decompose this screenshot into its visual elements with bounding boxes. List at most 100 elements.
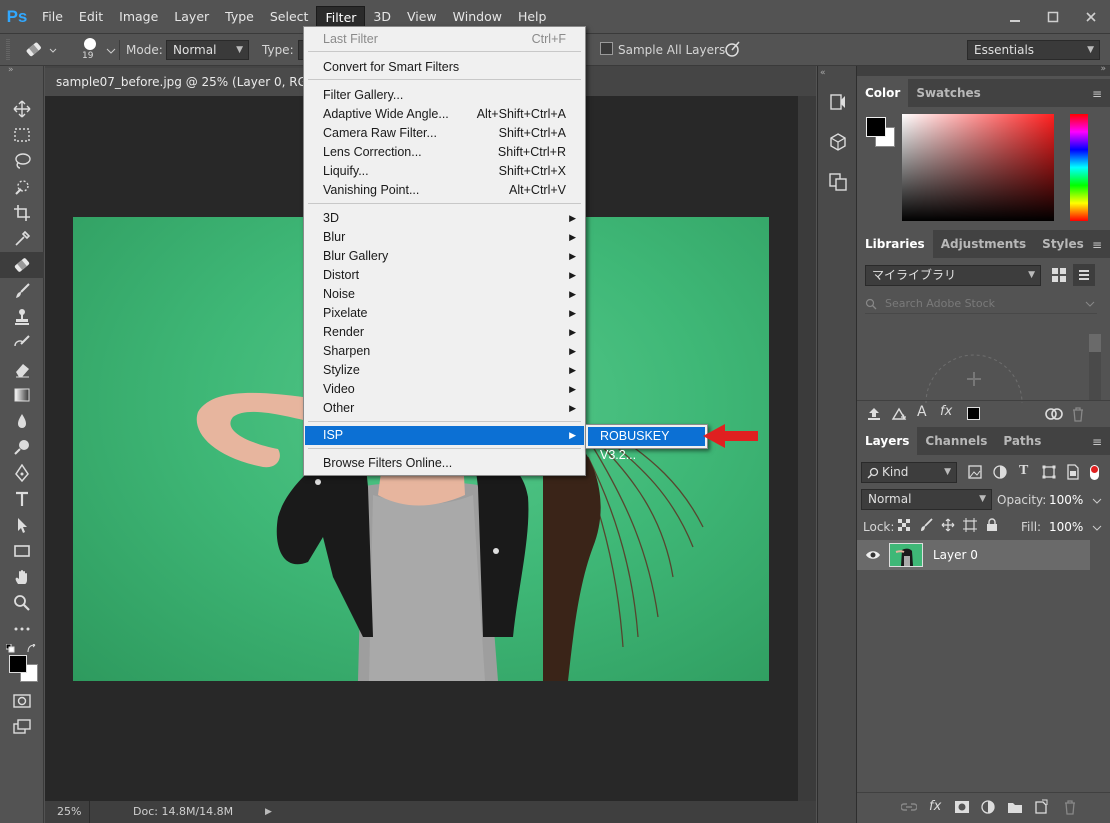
add-layer-style-icon[interactable]: fx xyxy=(929,799,941,814)
filter-shape-layers-icon[interactable] xyxy=(1042,465,1056,479)
mode-dropdown[interactable]: Normal ▼ xyxy=(166,40,249,60)
list-view-icon[interactable] xyxy=(1073,264,1095,286)
path-selection-tool-icon[interactable] xyxy=(0,512,44,538)
color-panel-foreground-swatch[interactable] xyxy=(866,117,886,137)
menu-3d[interactable]: 3D xyxy=(365,6,399,28)
collapse-panels-icon[interactable]: » xyxy=(1100,64,1106,74)
new-group-icon[interactable] xyxy=(1007,800,1023,814)
marquee-tool-icon[interactable] xyxy=(0,122,44,148)
menu-item-robuskey[interactable]: ROBUSKEY V3.2... xyxy=(588,427,705,462)
layer-filter-toggle[interactable] xyxy=(1090,465,1099,480)
brush-tool-icon[interactable] xyxy=(0,278,44,304)
tab-libraries[interactable]: Libraries xyxy=(857,230,933,258)
more-tools-icon[interactable] xyxy=(0,616,44,642)
blur-tool-icon[interactable] xyxy=(0,408,44,434)
menu-window[interactable]: Window xyxy=(445,6,510,28)
menu-item-browse-filters-online[interactable]: Browse Filters Online... xyxy=(305,454,584,473)
layer-row[interactable]: Layer 0 xyxy=(857,540,1090,570)
menu-item-lens-correction[interactable]: Lens Correction... Shift+Ctrl+R xyxy=(305,143,584,162)
tab-layers[interactable]: Layers xyxy=(857,427,918,455)
menu-item-stylize[interactable]: Stylize ▶ xyxy=(305,361,584,380)
screen-mode-icon[interactable] xyxy=(0,714,44,740)
eyedropper-tool-icon[interactable] xyxy=(0,226,44,252)
tool-preset-picker[interactable] xyxy=(20,38,60,62)
add-library-icon[interactable] xyxy=(925,333,1023,403)
quick-selection-tool-icon[interactable] xyxy=(0,174,44,200)
sample-all-layers-checkbox[interactable] xyxy=(600,42,613,55)
menu-image[interactable]: Image xyxy=(111,6,166,28)
link-layers-icon[interactable] xyxy=(901,801,917,813)
tab-swatches[interactable]: Swatches xyxy=(908,79,989,107)
menu-help[interactable]: Help xyxy=(510,6,555,28)
toolbar-collapse[interactable]: » xyxy=(0,65,43,78)
opacity-value[interactable]: 100% xyxy=(1049,493,1083,507)
default-colors-icon[interactable] xyxy=(6,644,16,654)
new-adjustment-layer-icon[interactable] xyxy=(981,800,995,814)
menu-item-other[interactable]: Other ▶ xyxy=(305,399,584,418)
menu-item-convert-smart-filters[interactable]: Convert for Smart Filters xyxy=(305,58,584,77)
filter-pixel-layers-icon[interactable] xyxy=(968,465,982,479)
add-mask-icon[interactable] xyxy=(954,800,970,814)
fill-chevron-icon[interactable] xyxy=(1092,524,1102,532)
history-panel-icon[interactable] xyxy=(828,92,848,112)
lock-transparent-pixels-icon[interactable] xyxy=(898,519,910,531)
gradient-tool-icon[interactable] xyxy=(0,382,44,408)
minimize-icon[interactable] xyxy=(996,6,1034,28)
spot-healing-brush-tool-icon[interactable] xyxy=(0,252,44,278)
menu-item-isp[interactable]: ISP ▶ xyxy=(305,426,584,445)
menu-file[interactable]: File xyxy=(34,6,71,28)
library-dropdown[interactable]: マイライブラリ ▼ xyxy=(865,265,1041,286)
fill-value[interactable]: 100% xyxy=(1049,520,1083,534)
tab-channels[interactable]: Channels xyxy=(917,427,995,455)
clone-stamp-tool-icon[interactable] xyxy=(0,304,44,330)
panel-menu-icon[interactable]: ≡ xyxy=(1092,87,1102,101)
menu-layer[interactable]: Layer xyxy=(166,6,217,28)
add-character-style-icon[interactable]: A xyxy=(917,404,927,420)
tab-color[interactable]: Color xyxy=(857,79,909,107)
libraries-scrollbar[interactable] xyxy=(1089,334,1101,400)
status-arrow-icon[interactable]: ▶ xyxy=(265,801,272,823)
grid-view-icon[interactable] xyxy=(1051,267,1067,283)
lock-artboard-icon[interactable] xyxy=(963,518,977,532)
menu-item-filter-gallery[interactable]: Filter Gallery... xyxy=(305,86,584,105)
pressure-size-icon[interactable] xyxy=(724,40,742,58)
menu-item-render[interactable]: Render ▶ xyxy=(305,323,584,342)
menu-item-sharpen[interactable]: Sharpen ▶ xyxy=(305,342,584,361)
quick-mask-icon[interactable] xyxy=(0,688,44,714)
close-icon[interactable] xyxy=(1072,6,1110,28)
add-graphic-icon[interactable] xyxy=(891,406,907,422)
menu-item-noise[interactable]: Noise ▶ xyxy=(305,285,584,304)
type-tool-icon[interactable] xyxy=(0,486,44,512)
lock-all-icon[interactable] xyxy=(986,518,998,532)
menu-view[interactable]: View xyxy=(399,6,445,28)
pen-tool-icon[interactable] xyxy=(0,460,44,486)
hue-slider[interactable] xyxy=(1070,114,1088,221)
dodge-tool-icon[interactable] xyxy=(0,434,44,460)
menu-item-3d[interactable]: 3D ▶ xyxy=(305,209,584,228)
zoom-tool-icon[interactable] xyxy=(0,590,44,616)
expand-dock-icon[interactable]: « xyxy=(820,68,826,78)
swap-colors-icon[interactable] xyxy=(27,644,37,654)
lock-position-icon[interactable] xyxy=(941,518,955,532)
move-tool-icon[interactable] xyxy=(0,96,44,122)
layer-filter-dropdown[interactable]: Kind ▼ xyxy=(861,462,957,483)
panel-menu-icon[interactable]: ≡ xyxy=(1092,238,1102,252)
lock-image-pixels-icon[interactable] xyxy=(919,518,933,532)
tab-styles[interactable]: Styles xyxy=(1034,230,1092,258)
foreground-color-swatch[interactable] xyxy=(9,655,27,673)
new-layer-icon[interactable] xyxy=(1034,799,1048,815)
add-fill-color-icon[interactable] xyxy=(967,407,980,420)
tab-paths[interactable]: Paths xyxy=(995,427,1049,455)
menu-item-adaptive-wide-angle[interactable]: Adaptive Wide Angle... Alt+Shift+Ctrl+A xyxy=(305,105,584,124)
trash-icon[interactable] xyxy=(1071,406,1085,422)
color-field[interactable] xyxy=(902,114,1054,221)
menu-item-distort[interactable]: Distort ▶ xyxy=(305,266,584,285)
properties-panel-icon[interactable] xyxy=(828,172,848,192)
creative-cloud-icon[interactable] xyxy=(1045,407,1063,421)
lasso-tool-icon[interactable] xyxy=(0,148,44,174)
workspace-dropdown[interactable]: Essentials ▼ xyxy=(967,40,1100,60)
zoom-level[interactable]: 25% xyxy=(57,801,81,823)
crop-tool-icon[interactable] xyxy=(0,200,44,226)
menu-type[interactable]: Type xyxy=(217,6,262,28)
layer-name[interactable]: Layer 0 xyxy=(933,548,978,562)
